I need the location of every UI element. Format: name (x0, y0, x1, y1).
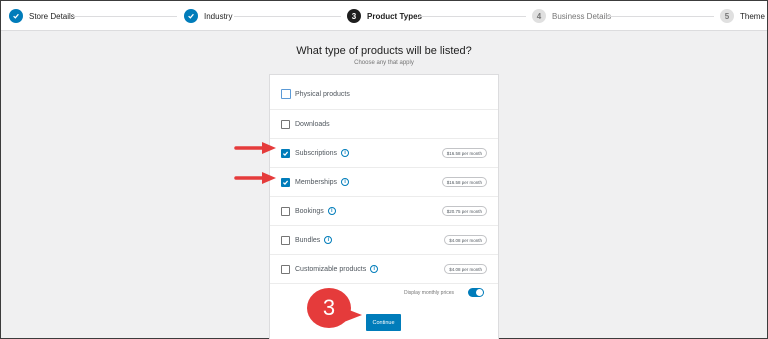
price-badge: $16.58 per month (441, 148, 487, 158)
monthly-prices-label: Display monthly prices (404, 290, 455, 296)
product-row-subscriptions[interactable]: Subscriptions i $16.58 per month (270, 139, 498, 168)
checkbox-checked[interactable] (281, 148, 290, 158)
product-label: Physical products (295, 90, 350, 98)
product-label-wrap: Bundles i (295, 236, 333, 244)
price-badge: $4.08 per month (444, 264, 487, 274)
product-types-card: Physical products Downloads Subscription… (269, 74, 499, 339)
step-number-badge: 4 (532, 9, 546, 23)
page-subtitle: Choose any that apply (354, 60, 414, 66)
step-number-badge: 3 (347, 9, 361, 23)
step-label: Theme (740, 11, 765, 21)
product-label: Memberships (295, 178, 338, 186)
checkbox[interactable] (281, 264, 290, 274)
check-icon (282, 151, 289, 156)
product-label-wrap: Memberships i (295, 178, 350, 186)
step-divider (234, 16, 341, 17)
monthly-prices-toggle[interactable] (468, 288, 484, 297)
info-icon[interactable]: i (327, 207, 336, 215)
page-title: What type of products will be listed? (296, 45, 472, 57)
product-label: Customizable products (295, 265, 367, 273)
product-row-bookings[interactable]: Bookings i $20.75 per month (270, 197, 498, 226)
info-icon[interactable]: i (324, 236, 333, 244)
info-icon[interactable]: i (370, 265, 379, 273)
info-icon[interactable]: i (341, 149, 350, 157)
annotation-arrow-icon (234, 172, 276, 184)
product-row-memberships[interactable]: Memberships i $16.58 per month (270, 168, 498, 197)
checkbox[interactable] (281, 119, 290, 129)
step-number-badge: 5 (720, 9, 734, 23)
step-divider (607, 16, 714, 17)
product-row-downloads[interactable]: Downloads (270, 110, 498, 139)
step-label: Business Details (552, 11, 612, 21)
annotation-arrow-icon (234, 142, 276, 154)
setup-stepper: Store Details Industry 3 Product Types 4… (1, 1, 767, 31)
step-divider (419, 16, 526, 17)
step-theme[interactable]: 5 Theme (720, 8, 765, 24)
check-icon (184, 9, 198, 23)
info-icon[interactable]: i (341, 178, 350, 186)
product-label-wrap: Subscriptions i (295, 149, 350, 157)
price-badge: $20.75 per month (441, 206, 487, 216)
checkbox-checked[interactable] (281, 177, 290, 187)
step-store-details[interactable]: Store Details (9, 8, 75, 24)
price-badge: $4.08 per month (444, 235, 487, 245)
price-badge: $16.58 per month (441, 177, 487, 187)
check-icon (282, 180, 289, 185)
step-divider (73, 16, 177, 17)
annotation-step-badge: 3 (307, 288, 351, 328)
product-label: Downloads (295, 120, 330, 128)
product-label-wrap: Customizable products i (295, 265, 379, 273)
checkbox[interactable] (281, 89, 291, 99)
product-label: Bundles (295, 236, 321, 244)
product-row-physical[interactable]: Physical products (270, 79, 498, 110)
step-industry[interactable]: Industry (184, 8, 232, 24)
checkbox[interactable] (281, 235, 290, 245)
product-label-wrap: Bookings i (295, 207, 336, 215)
checkbox[interactable] (281, 206, 290, 216)
product-row-bundles[interactable]: Bundles i $4.08 per month (270, 226, 498, 255)
step-product-types[interactable]: 3 Product Types (347, 8, 422, 24)
step-label: Industry (204, 11, 233, 21)
step-label: Store Details (29, 11, 75, 21)
product-row-customizable[interactable]: Customizable products i $4.08 per month (270, 255, 498, 284)
product-label: Bookings (295, 207, 324, 215)
continue-button[interactable]: Continue (366, 314, 401, 331)
step-label: Product Types (367, 11, 422, 21)
step-business-details[interactable]: 4 Business Details (532, 8, 611, 24)
check-icon (9, 9, 23, 23)
product-label: Subscriptions (295, 149, 338, 157)
